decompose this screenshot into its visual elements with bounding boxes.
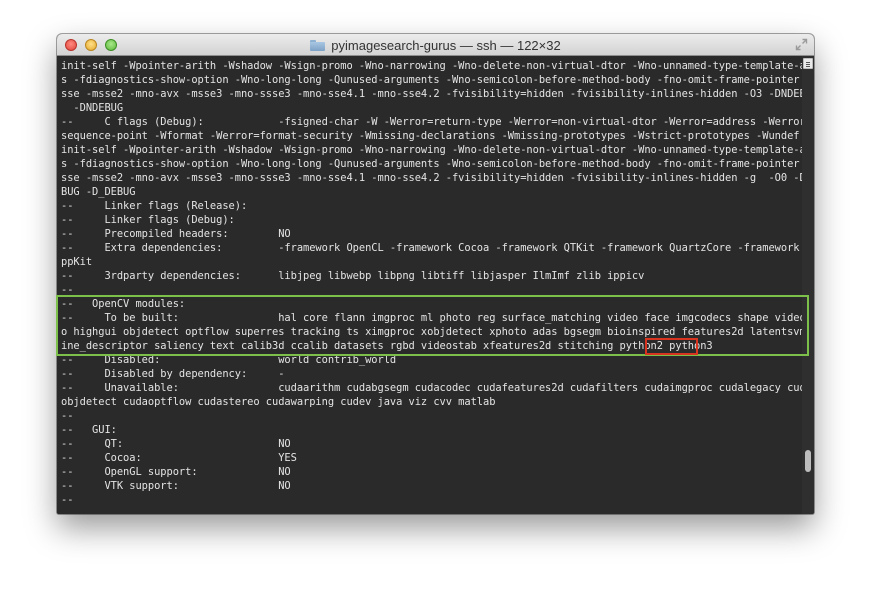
- terminal-line: -- To be built: hal core flann imgproc m…: [61, 312, 802, 324]
- terminal-line: s -fdiagnostics-show-option -Wno-long-lo…: [61, 74, 802, 86]
- terminal-line: s -fdiagnostics-show-option -Wno-long-lo…: [61, 158, 802, 170]
- scrollbar-thumb[interactable]: [805, 450, 811, 472]
- terminal-line: -- Cocoa: YES: [61, 452, 297, 464]
- terminal-line: sse -msse2 -mno-avx -msse3 -mno-ssse3 -m…: [61, 88, 802, 100]
- terminal-line: -- 3rdparty dependencies: libjpeg libweb…: [61, 270, 645, 282]
- terminal-line: --: [61, 284, 74, 296]
- terminal-line: -- Extra dependencies: -framework OpenCL…: [61, 242, 802, 254]
- terminal-line: BUG -D_DEBUG: [61, 186, 136, 198]
- terminal-line: -- OpenCV modules:: [61, 298, 186, 310]
- terminal-line: -- Unavailable: cudaarithm cudabgsegm cu…: [61, 382, 802, 394]
- scrollbar-menu-icon[interactable]: [803, 58, 813, 69]
- terminal-line: init-self -Wpointer-arith -Wshadow -Wsig…: [61, 144, 802, 156]
- terminal-line: o highgui objdetect optflow superres tra…: [61, 326, 802, 338]
- terminal-line: sequence-point -Wformat -Werror=format-s…: [61, 130, 802, 142]
- terminal-line: -- C flags (Debug): -fsigned-char -W -We…: [61, 116, 802, 128]
- window-title: pyimagesearch-gurus — ssh — 122×32: [331, 38, 561, 53]
- window-title-wrap: pyimagesearch-gurus — ssh — 122×32: [57, 34, 814, 56]
- terminal-line: init-self -Wpointer-arith -Wshadow -Wsig…: [61, 60, 802, 72]
- vertical-scrollbar[interactable]: [802, 56, 814, 514]
- terminal-line: ine_descriptor saliency text calib3d cca…: [61, 340, 713, 352]
- terminal-line: -- OpenGL support: NO: [61, 466, 291, 478]
- terminal-line: -- Disabled: world contrib_world: [61, 354, 397, 366]
- terminal-line: -- GUI:: [61, 424, 117, 436]
- terminal-line: -- Linker flags (Release):: [61, 200, 248, 212]
- terminal-line: -- Disabled by dependency: -: [61, 368, 285, 380]
- terminal-line: objdetect cudaoptflow cudastereo cudawar…: [61, 396, 496, 408]
- terminal-line: -- Precompiled headers: NO: [61, 228, 291, 240]
- folder-icon: [310, 40, 326, 51]
- terminal-line: sse -msse2 -mno-avx -msse3 -mno-ssse3 -m…: [61, 172, 802, 184]
- title-bar[interactable]: pyimagesearch-gurus — ssh — 122×32: [57, 34, 814, 56]
- terminal-line: -DNDEBUG: [61, 102, 124, 114]
- terminal-line: -- VTK support: NO: [61, 480, 291, 492]
- terminal-output[interactable]: init-self -Wpointer-arith -Wshadow -Wsig…: [57, 56, 802, 514]
- terminal-line: -- Linker flags (Debug):: [61, 214, 235, 226]
- terminal-line: --: [61, 494, 74, 506]
- terminal-window: pyimagesearch-gurus — ssh — 122×32 init-…: [57, 34, 814, 514]
- terminal-line: --: [61, 410, 74, 422]
- terminal-lines: init-self -Wpointer-arith -Wshadow -Wsig…: [61, 59, 802, 507]
- terminal-line: ppKit: [61, 256, 93, 268]
- fullscreen-arrows-icon[interactable]: [795, 38, 808, 51]
- terminal-line: -- QT: NO: [61, 438, 291, 450]
